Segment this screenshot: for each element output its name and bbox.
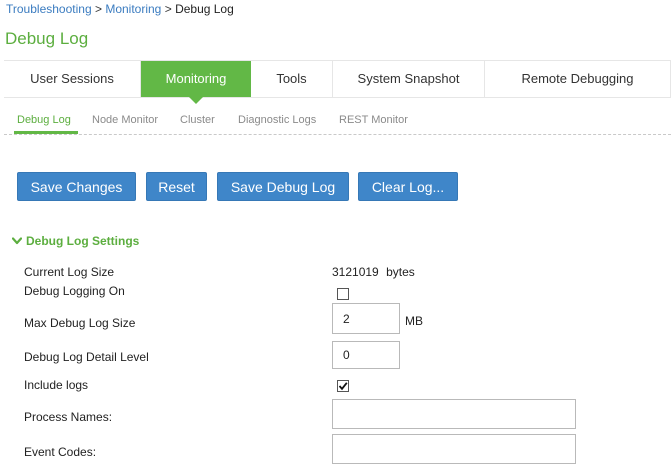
breadcrumb-link-troubleshooting[interactable]: Troubleshooting xyxy=(6,2,92,16)
label-debug-log-detail-level: Debug Log Detail Level xyxy=(24,350,149,364)
page-title: Debug Log xyxy=(5,29,89,48)
label-include-logs: Include logs xyxy=(24,378,89,392)
active-subtab-indicator xyxy=(14,131,78,134)
main-tabs: User Sessions Monitoring Tools System Sn… xyxy=(4,60,671,104)
label-debug-logging-on: Debug Logging On xyxy=(24,284,125,298)
save-changes-button[interactable]: Save Changes xyxy=(17,172,136,201)
section-header-debug-log-settings[interactable]: Debug Log Settings xyxy=(11,234,140,248)
max-debug-log-size-input[interactable] xyxy=(332,303,400,334)
subtab-node-monitor[interactable]: Node Monitor xyxy=(92,114,158,126)
debug-log-detail-level-input[interactable] xyxy=(332,341,400,369)
tab-user-sessions[interactable]: User Sessions xyxy=(4,61,141,97)
sub-tabs: Debug Log Node Monitor Cluster Diagnosti… xyxy=(4,110,671,135)
process-names-input[interactable] xyxy=(332,399,576,429)
label-process-names: Process Names: xyxy=(24,410,113,424)
clear-log-button[interactable]: Clear Log... xyxy=(358,172,458,201)
max-debug-log-size-unit: MB xyxy=(405,314,423,328)
subtab-rest-monitor[interactable]: REST Monitor xyxy=(339,114,408,126)
current-log-size-unit: bytes xyxy=(386,265,415,279)
label-event-codes: Event Codes: xyxy=(24,445,97,459)
subtab-diagnostic-logs[interactable]: Diagnostic Logs xyxy=(238,114,316,126)
label-max-debug-log-size: Max Debug Log Size xyxy=(24,316,136,330)
debug-logging-on-checkbox[interactable] xyxy=(337,288,349,300)
include-logs-checkbox[interactable] xyxy=(337,380,349,392)
event-codes-input[interactable] xyxy=(332,434,576,464)
current-log-size-number: 3121019 xyxy=(332,265,379,279)
reset-button[interactable]: Reset xyxy=(146,172,207,201)
tab-monitoring[interactable]: Monitoring xyxy=(141,61,251,104)
subtab-cluster[interactable]: Cluster xyxy=(180,114,215,126)
tab-remote-debugging[interactable]: Remote Debugging xyxy=(485,61,671,97)
tab-system-snapshot[interactable]: System Snapshot xyxy=(333,61,485,97)
tab-tools[interactable]: Tools xyxy=(251,61,333,97)
breadcrumb-separator: > xyxy=(164,2,172,16)
breadcrumb-separator: > xyxy=(94,2,102,16)
breadcrumb-current: Debug Log xyxy=(175,2,234,16)
section-title: Debug Log Settings xyxy=(26,234,140,248)
label-current-log-size: Current Log Size xyxy=(24,265,115,279)
current-log-size-value: 3121019 bytes xyxy=(332,265,415,279)
breadcrumb-link-monitoring[interactable]: Monitoring xyxy=(105,2,161,16)
subtab-debug-log[interactable]: Debug Log xyxy=(17,114,71,126)
checkmark-icon xyxy=(338,382,348,391)
save-debug-log-button[interactable]: Save Debug Log xyxy=(217,172,349,201)
chevron-down-icon xyxy=(11,234,23,248)
breadcrumb: Troubleshooting > Monitoring > Debug Log xyxy=(6,2,234,16)
